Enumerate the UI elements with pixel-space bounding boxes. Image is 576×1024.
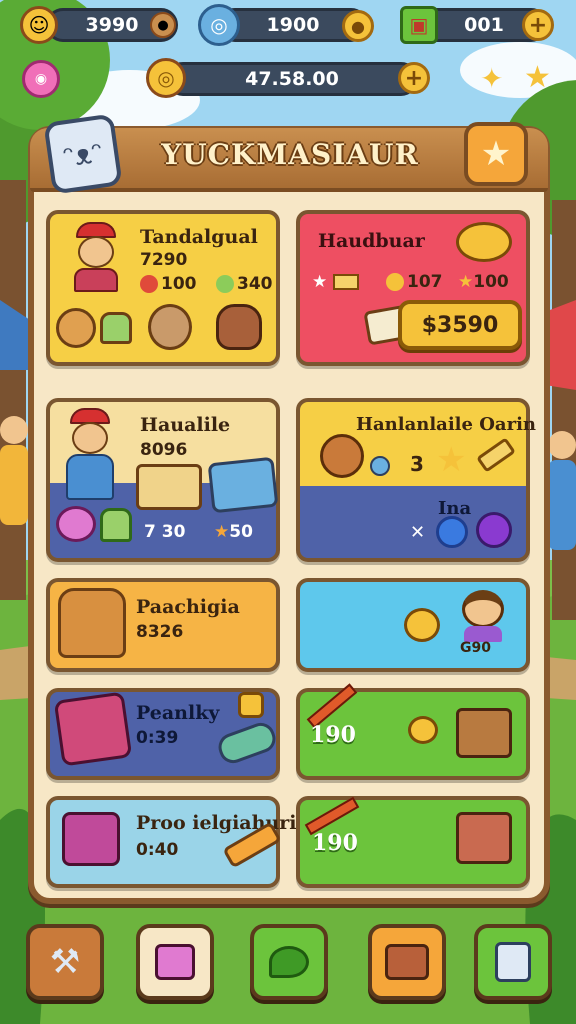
treasure-crate-icon [456,812,512,864]
blue-orb-icon [436,516,468,548]
star-icon: ★ [524,60,551,95]
add-balance-button[interactable]: + [398,62,430,94]
potion-icon [370,456,390,476]
creature-icon [404,608,440,642]
gem-count: 1900 [266,14,320,36]
badge-icon [238,692,264,718]
card-stat: 3 [410,452,424,476]
nav-gifts-button[interactable] [136,924,214,1000]
compass-icon [320,434,364,478]
card-subtitle: 7290 [140,250,188,270]
card-title: Haualile [140,414,231,436]
clock-coin-icon [386,273,404,291]
card-stat: ★100 [458,272,509,292]
creature-icon [408,716,438,744]
ruby-coin-icon [140,275,158,293]
nav-games-button[interactable] [474,924,552,1000]
candy-icon: ◉ [22,60,60,98]
backpack-icon [58,588,126,658]
boy-character-icon [70,222,122,292]
card-stat: 100 [140,274,197,294]
food-box-icon [136,464,202,510]
phone-device-icon [207,456,279,514]
star-icon: ★ [436,440,467,480]
card-value: 190 [312,830,358,856]
card-value: 190 [310,722,356,748]
gift-box-icon [155,944,195,980]
add-crates-button[interactable]: + [522,9,554,41]
game-console-icon [495,942,531,982]
ticket-icon [333,274,360,290]
card-stat: 107 [386,272,443,292]
close-icon: ✕ [410,522,426,543]
ghost-mascot-icon: ᵔᴥᵔ [43,113,123,195]
boy-character-icon [64,408,120,504]
favorite-star-button[interactable]: ★ [464,122,528,186]
card-title: Paachigia [136,596,240,618]
card-subtitle: G90 [460,640,491,656]
treasure-crate-icon [456,708,512,758]
girl-character-icon [458,590,508,644]
card-subtitle: 8326 [136,622,184,642]
slime-pet-icon [56,506,96,542]
cookie-icon: ● [150,12,176,38]
plant-pot-icon [100,508,132,542]
card-stat: 7 30 [144,522,186,542]
gold-coin-icon: ◎ [146,58,186,98]
nav-chat-button[interactable] [250,924,328,1000]
card-stat: ★50 [214,522,253,542]
card-subtitle: 8096 [140,440,188,460]
chat-bubble-icon [269,946,309,978]
buy-price-button[interactable]: $3590 [398,300,522,350]
add-gems-button[interactable]: ● [342,10,374,42]
balance-counter: 47.58.00 [166,62,418,96]
treasure-chest-icon [385,944,429,980]
card-title: Haudbuar [318,230,425,252]
card-title: Peanlky [136,702,220,724]
gift-box-icon [53,691,133,767]
purple-orb-icon [476,512,512,548]
green-coin-icon [216,275,234,293]
cupcake-icon [100,312,132,344]
gift-crate-icon: ▣ [400,6,438,44]
panel-title: YUCKMASIAUR [161,138,419,171]
sack-icon [216,304,262,350]
nav-tools-button[interactable]: ⚒ [26,924,104,1000]
hammer-icon: ⚒ [49,942,81,982]
sparkle-star-icon: ✦ [480,62,504,95]
pet-creature-icon [148,304,192,350]
coin-stack-icon [456,222,512,262]
card-stat: ★ [312,272,360,292]
crate-count: 001 [464,14,504,36]
card-title: Tandalgual [140,226,258,248]
swirl-gem-icon: ◎ [198,4,240,46]
nav-chest-button[interactable] [368,924,446,1000]
card-title: Hanlanlaile Oarin [356,414,536,435]
card-subtitle: 0:39 [136,728,179,748]
card-subtitle: 0:40 [136,840,179,860]
player-face-icon: ☺ [20,6,58,44]
pet-creature-icon [56,308,96,348]
coin-count: 3990 [85,14,139,36]
gift-box-icon [62,812,120,866]
card-stat: 340 [216,274,273,294]
balance-value: 47.58.00 [245,68,339,90]
